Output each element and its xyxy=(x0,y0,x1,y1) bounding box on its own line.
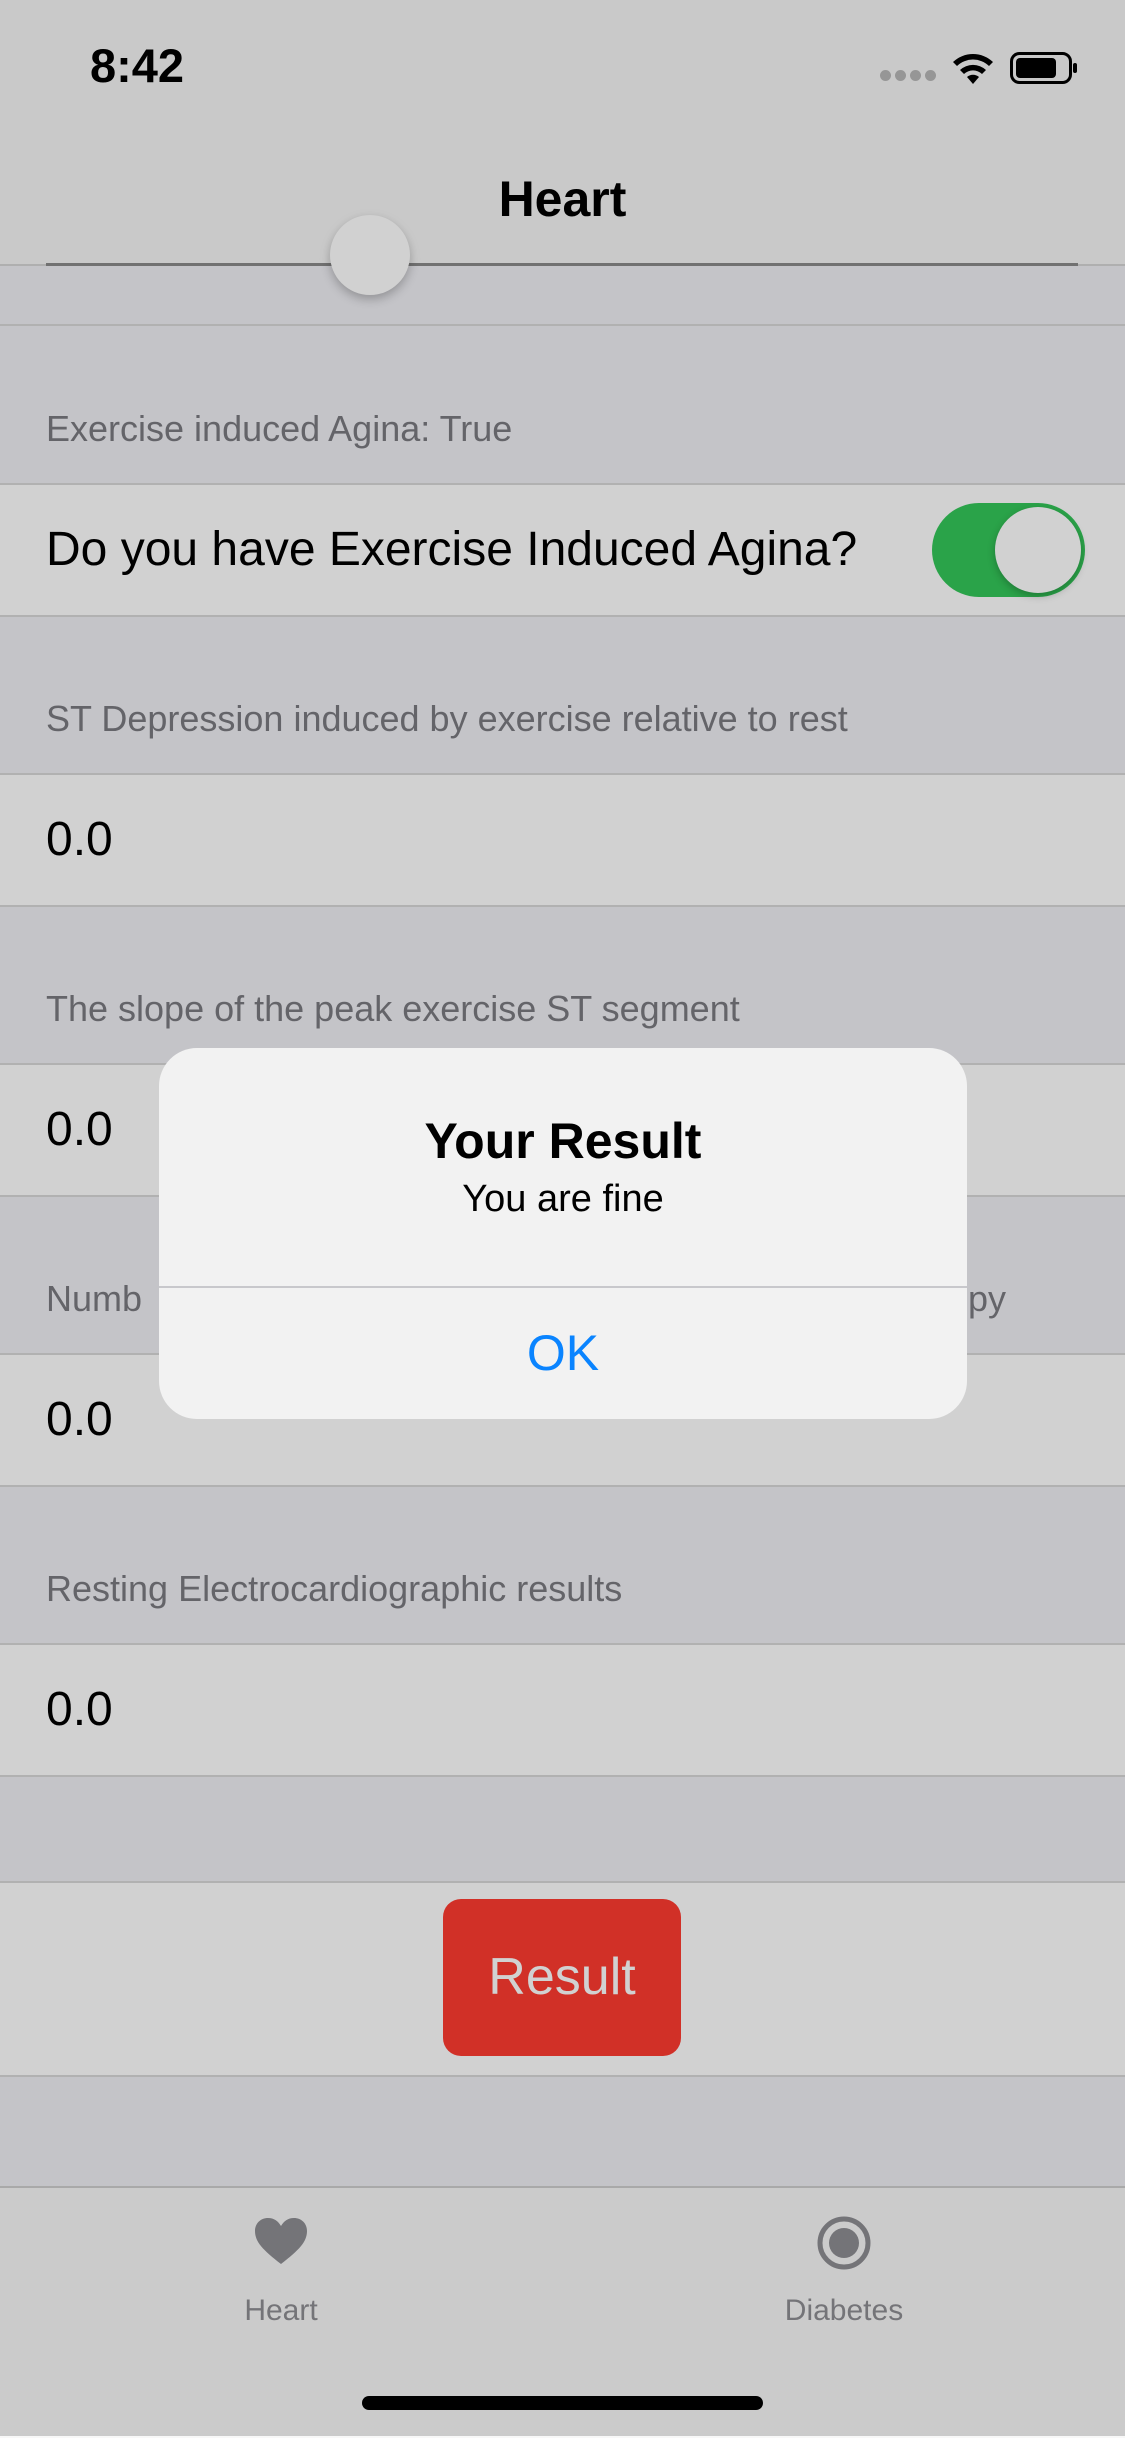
alert-ok-button[interactable]: OK xyxy=(159,1288,967,1419)
alert-title: Your Result xyxy=(424,1113,702,1169)
result-alert: Your Result You are fine OK xyxy=(159,1048,967,1419)
alert-message: You are fine xyxy=(462,1178,664,1220)
app-screen: 8:42 Heart Exercise induced Agina: True … xyxy=(0,0,1125,2438)
